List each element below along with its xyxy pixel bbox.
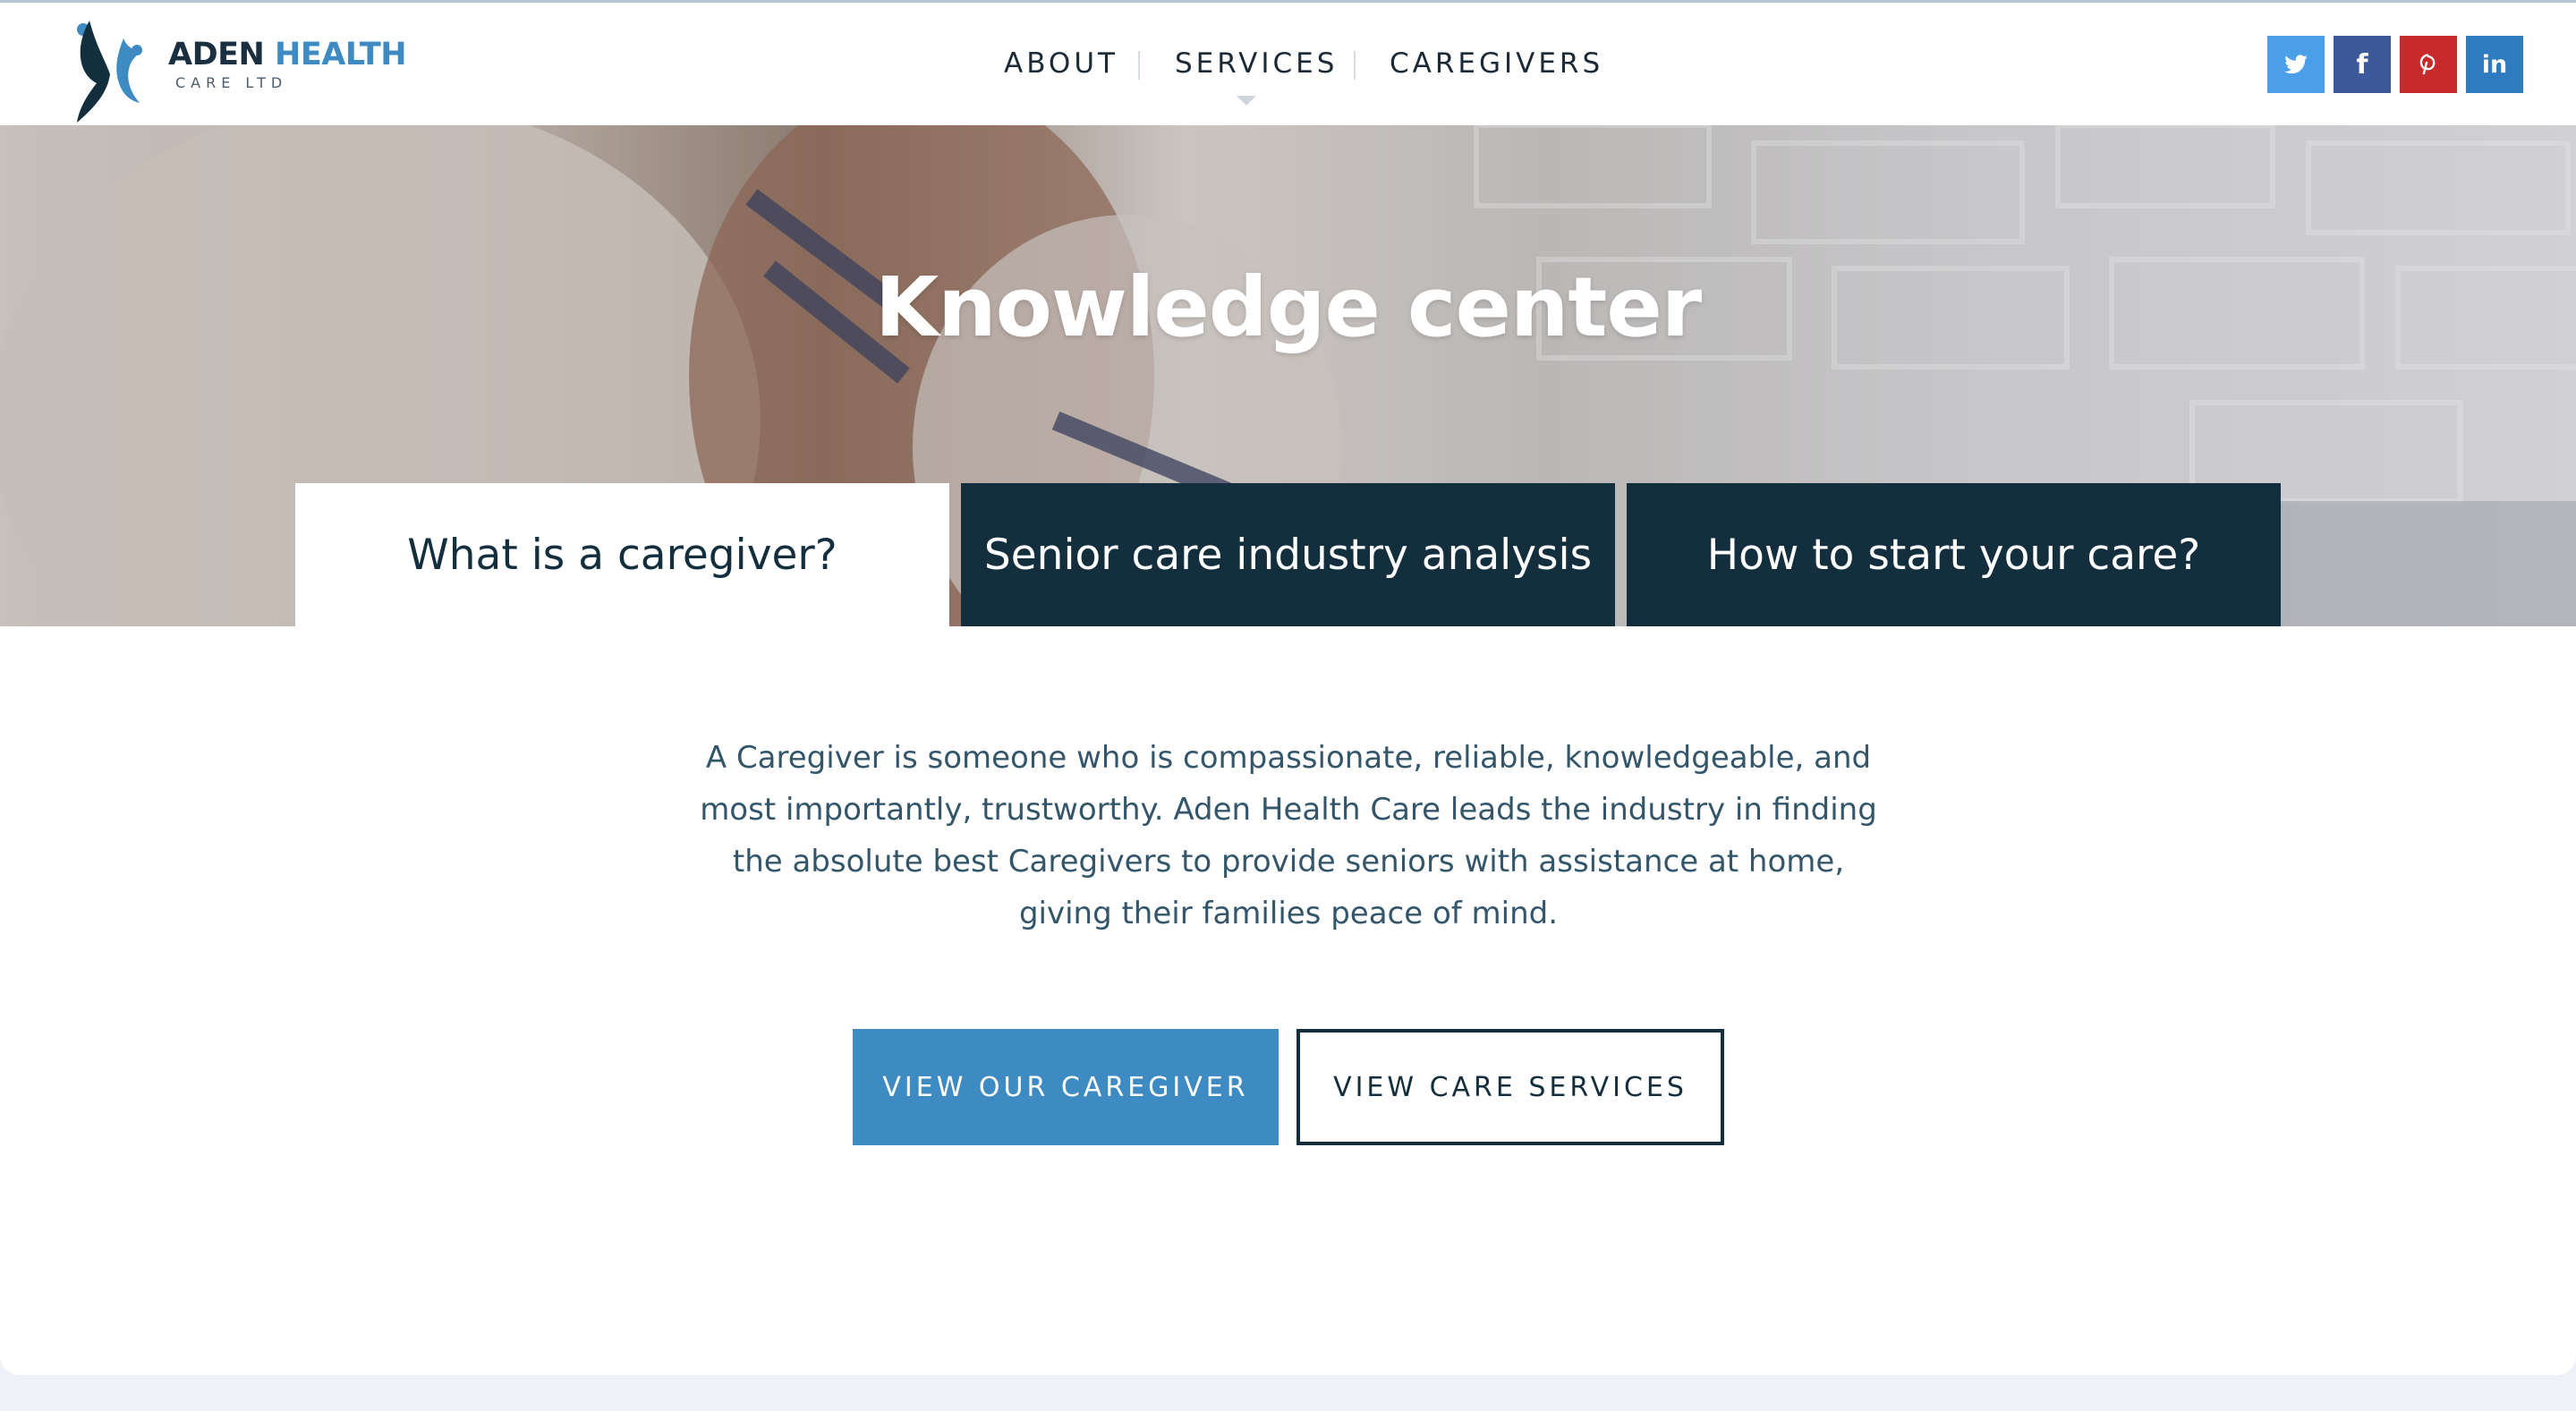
- nav-item-caregivers[interactable]: CAREGIVERS: [1390, 47, 1603, 80]
- logo-name-health: HEALTH: [275, 37, 406, 72]
- logo-name-aden: ADEN: [168, 37, 265, 72]
- facebook-icon[interactable]: f: [2334, 36, 2391, 93]
- services-caret-icon: [1237, 96, 1256, 106]
- pinterest-icon[interactable]: [2400, 36, 2457, 93]
- main-nav: ABOUT SERVICES CAREGIVERS: [984, 3, 1611, 125]
- caregiver-description: A Caregiver is someone who is compassion…: [700, 740, 1877, 931]
- logo[interactable]: ADEN HEALTH CARE LTD: [70, 12, 410, 123]
- logo-name: ADEN HEALTH: [168, 37, 406, 72]
- twitter-icon[interactable]: [2267, 36, 2325, 93]
- logo-subtitle: CARE LTD: [175, 74, 288, 91]
- view-our-caregiver-button[interactable]: VIEW OUR CAREGIVER: [853, 1029, 1279, 1145]
- page: ADEN HEALTH CARE LTD ABOUT SERVICES CARE…: [0, 0, 2576, 1375]
- tab-what-is-a-caregiver[interactable]: What is a caregiver?: [295, 483, 949, 626]
- tab-senior-care-industry-analysis[interactable]: Senior care industry analysis: [961, 483, 1615, 626]
- linkedin-icon[interactable]: in: [2466, 36, 2523, 93]
- site-header: ADEN HEALTH CARE LTD ABOUT SERVICES CARE…: [0, 3, 2576, 125]
- nav-item-about[interactable]: ABOUT: [1004, 47, 1118, 80]
- nav-separator: [1138, 51, 1140, 80]
- page-title: Knowledge center: [874, 259, 1702, 355]
- logo-mark-icon: [77, 21, 143, 123]
- tab-how-to-start-your-care[interactable]: How to start your care?: [1627, 483, 2281, 626]
- view-care-services-button[interactable]: VIEW CARE SERVICES: [1297, 1029, 1724, 1145]
- nav-item-services[interactable]: SERVICES: [1175, 47, 1338, 80]
- nav-separator: [1354, 51, 1356, 80]
